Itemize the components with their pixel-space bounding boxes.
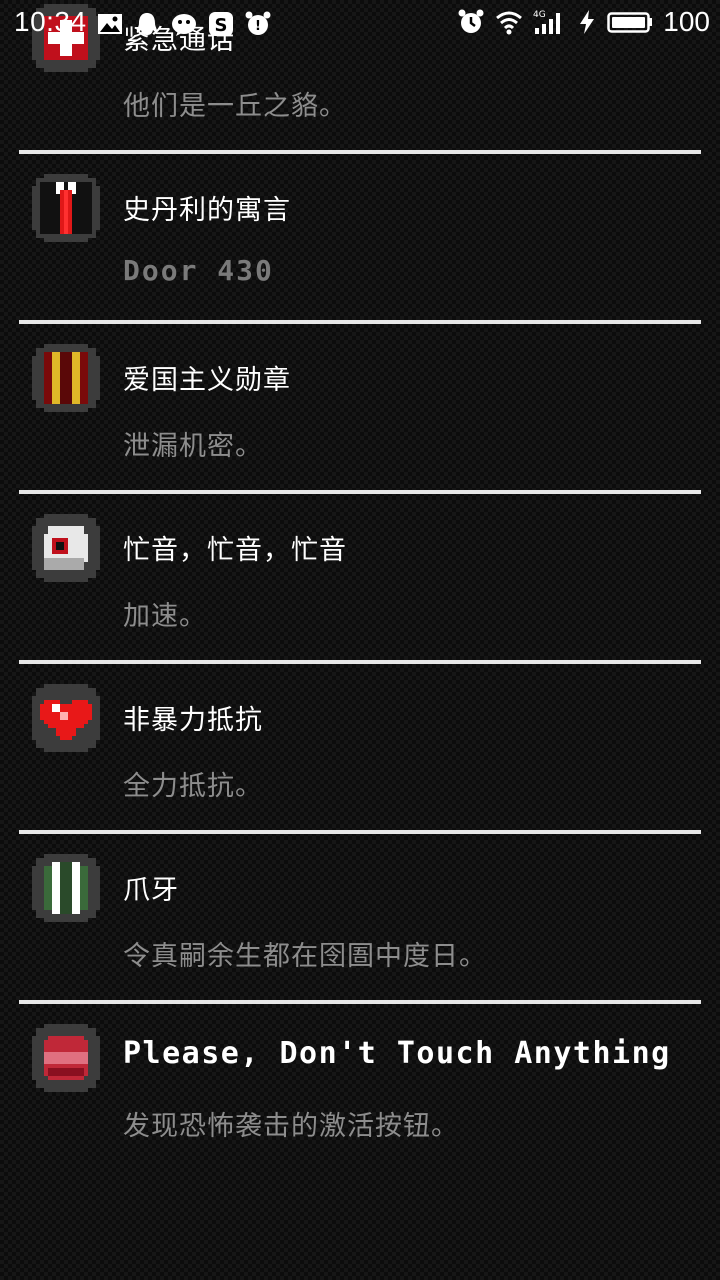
alarm-clock-icon <box>458 9 484 33</box>
signal-icon: 4G <box>533 10 561 34</box>
battery-icon <box>607 12 653 33</box>
network-type-label: 4G <box>533 10 546 20</box>
svg-text:S: S <box>215 15 228 36</box>
achievement-description: 令真嗣余生都在囹圄中度日。 <box>123 941 487 972</box>
eyeball-icon <box>32 514 100 582</box>
wechat-icon <box>172 14 196 36</box>
achievement-item[interactable]: 非暴力抵抗 全力抵抗。 <box>0 664 720 834</box>
status-bar: 10:34 S ! 4G 100 <box>0 0 720 50</box>
achievement-description: 全力抵抗。 <box>123 771 263 802</box>
achievement-title: 忙音，忙音，忙音 <box>123 535 347 566</box>
qq-penguin-icon <box>136 13 158 35</box>
achievement-item[interactable]: 忙音，忙音，忙音 加速。 <box>0 494 720 664</box>
achievement-description: 加速。 <box>123 601 207 632</box>
s-app-icon: S <box>209 12 233 36</box>
notification-icons: S ! <box>96 10 272 38</box>
screen: 10:34 S ! 4G 100 紧急通话 他们是一丘之貉。 史丹利的寓言 Do… <box>0 0 720 1280</box>
achievement-description: Door 430 <box>123 254 274 287</box>
achievement-list: 紧急通话 他们是一丘之貉。 史丹利的寓言 Door 430 爱国主义勋章 泄漏机… <box>0 0 720 1174</box>
achievement-item[interactable]: 爱国主义勋章 泄漏机密。 <box>0 324 720 494</box>
achievement-title: 史丹利的寓言 <box>123 195 291 226</box>
achievement-description: 他们是一丘之貉。 <box>123 91 347 122</box>
patriot-medal-icon <box>32 344 100 412</box>
alarm-notification-icon: ! <box>245 11 271 35</box>
achievement-item[interactable]: Please, Don't Touch Anything 发现恐怖袭击的激活按钮… <box>0 1004 720 1174</box>
gallery-icon <box>98 14 122 34</box>
svg-text:!: ! <box>255 19 261 34</box>
achievement-title: 爱国主义勋章 <box>123 365 291 396</box>
black-tie-icon <box>32 174 100 242</box>
achievement-title: 非暴力抵抗 <box>123 705 263 736</box>
wifi-icon <box>496 11 523 35</box>
achievement-title: 爪牙 <box>123 875 179 906</box>
status-time: 10:34 <box>14 6 87 37</box>
achievement-item[interactable]: 爪牙 令真嗣余生都在囹圄中度日。 <box>0 834 720 1004</box>
achievement-description: 泄漏机密。 <box>123 431 263 462</box>
system-icons: 4G 100 <box>457 6 710 38</box>
achievement-item[interactable]: 史丹利的寓言 Door 430 <box>0 154 720 324</box>
achievement-description: 发现恐怖袭击的激活按钮。 <box>123 1111 459 1142</box>
claw-stripes-icon <box>32 854 100 922</box>
achievement-title: Please, Don't Touch Anything <box>123 1036 671 1071</box>
charging-bolt-icon <box>580 10 595 34</box>
red-button-icon <box>32 1024 100 1092</box>
battery-percent: 100 <box>663 6 710 37</box>
red-heart-icon <box>32 684 100 752</box>
